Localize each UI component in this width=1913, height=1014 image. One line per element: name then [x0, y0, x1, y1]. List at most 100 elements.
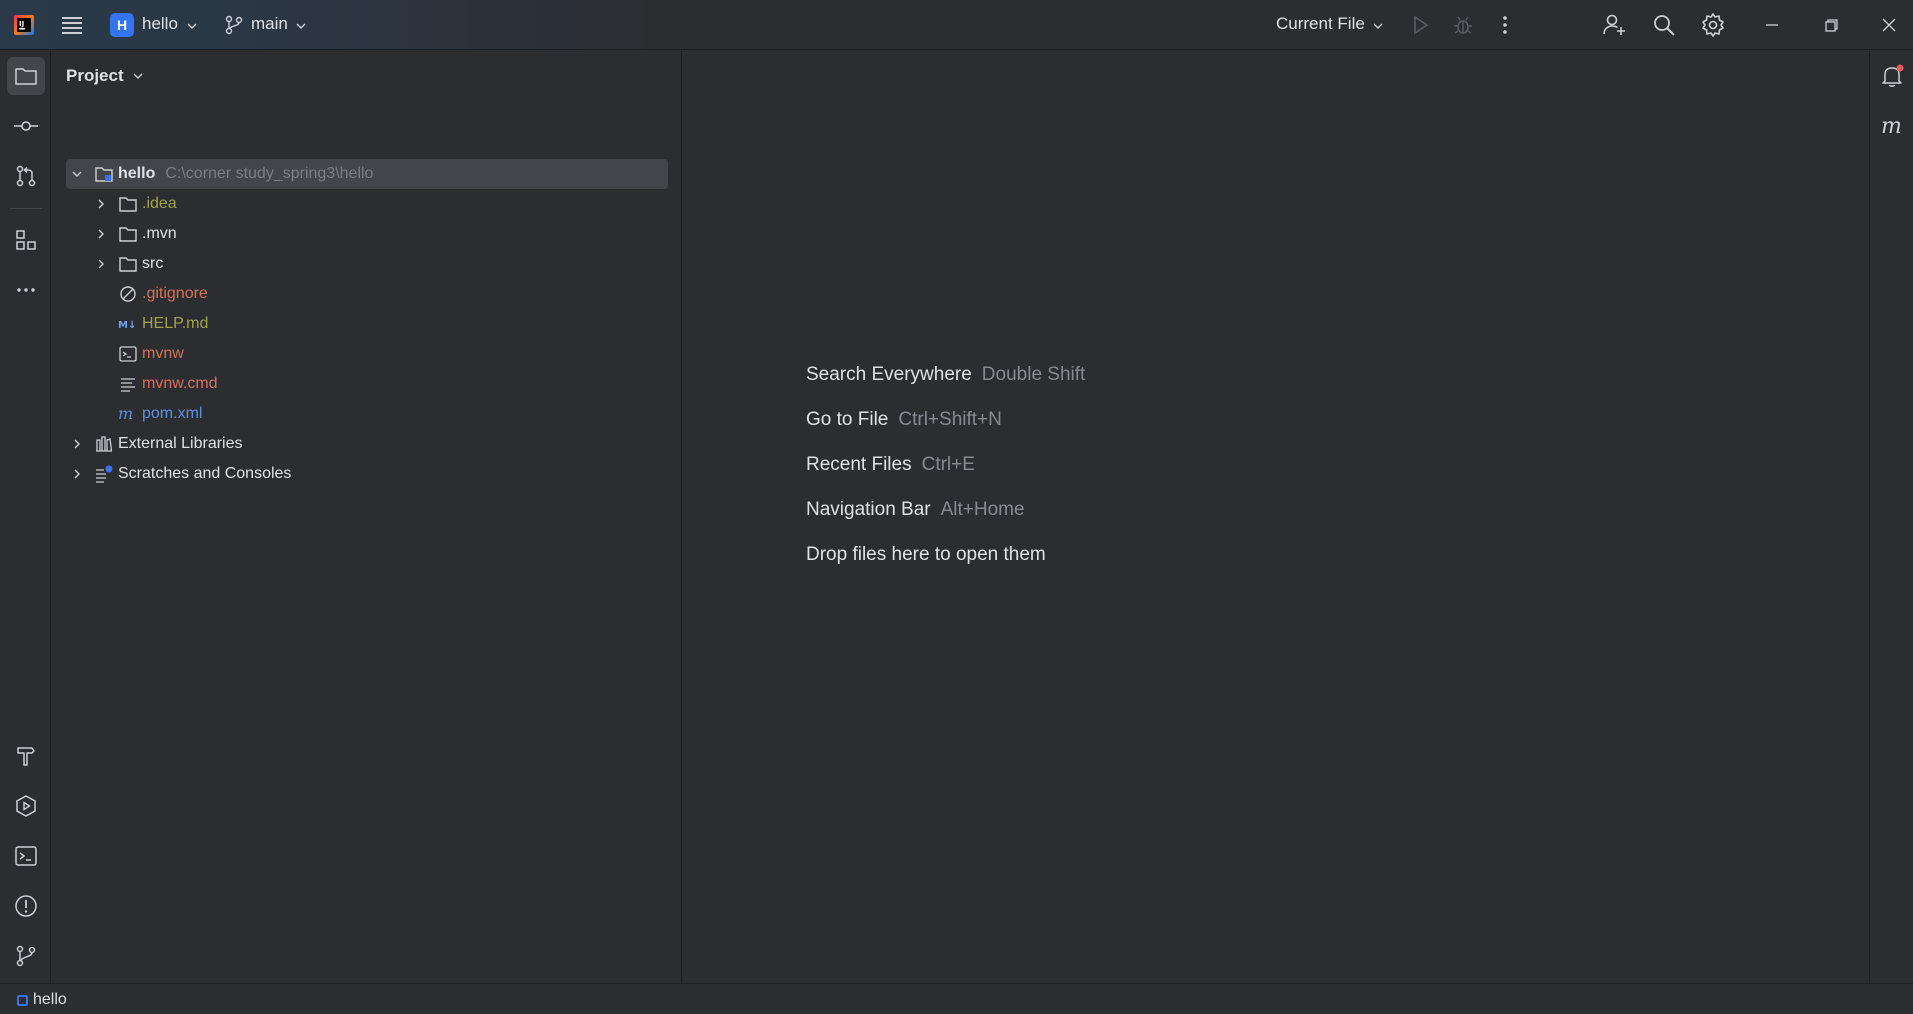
structure-icon: [16, 230, 36, 250]
panel-title: Project: [66, 66, 124, 85]
intellij-logo-icon[interactable]: IJ: [14, 15, 34, 35]
folder-icon: [15, 68, 37, 85]
tree-row-mvn[interactable]: .mvn: [94, 219, 177, 249]
more-horizontal-icon: [17, 288, 35, 292]
hint-go-to-file: Go to File Ctrl+Shift+N: [806, 409, 1002, 430]
chevron-right-icon[interactable]: [94, 257, 108, 271]
module-icon: [17, 995, 28, 1006]
search-icon[interactable]: [1651, 12, 1677, 38]
svg-text:IJ: IJ: [19, 20, 24, 28]
item-label: mvnw.cmd: [142, 375, 218, 392]
hammer-icon: [17, 747, 35, 766]
tree-row-external-libraries[interactable]: External Libraries: [70, 429, 243, 459]
chevron-down-icon[interactable]: [70, 167, 84, 181]
hint-navigation-bar: Navigation Bar Alt+Home: [806, 499, 1025, 520]
chevron-right-icon[interactable]: [70, 467, 84, 481]
chevron-down-icon[interactable]: [186, 20, 198, 32]
tree-row-idea[interactable]: .idea: [94, 189, 177, 219]
more-actions-icon[interactable]: [1492, 12, 1518, 38]
settings-gear-icon[interactable]: [1700, 12, 1726, 38]
folder-icon: [119, 197, 137, 212]
more-tool-windows-button[interactable]: [7, 271, 45, 309]
services-tool-button[interactable]: [7, 787, 45, 825]
problems-tool-button[interactable]: [7, 887, 45, 925]
text-file-icon: [121, 378, 135, 392]
item-label: .gitignore: [142, 285, 208, 302]
debug-icon[interactable]: [1450, 12, 1476, 38]
ignore-file-icon: [120, 286, 136, 302]
branch-switcher[interactable]: main: [251, 14, 288, 34]
tree-row-src[interactable]: src: [94, 249, 163, 279]
services-icon: [16, 795, 36, 817]
svg-text:m: m: [1881, 114, 1902, 139]
git-tool-button[interactable]: [7, 937, 45, 975]
chevron-right-icon[interactable]: [94, 227, 108, 241]
problems-icon: [15, 895, 37, 917]
chevron-down-icon[interactable]: [1372, 20, 1384, 32]
run-configuration-selector[interactable]: Current File: [1276, 14, 1365, 34]
tree-row-mvnw[interactable]: mvnw: [118, 339, 184, 369]
commit-tool-button[interactable]: [7, 107, 45, 145]
project-switcher[interactable]: hello: [142, 14, 178, 34]
item-label: .idea: [142, 195, 177, 212]
left-tool-window-bar: [0, 51, 51, 983]
maven-tool-button[interactable]: m: [1873, 107, 1911, 145]
root-name: hello: [118, 165, 156, 182]
item-label: pom.xml: [142, 405, 203, 422]
maven-file-icon: m: [118, 404, 133, 423]
svg-text:M↓: M↓: [118, 320, 136, 331]
scratches-icon: [96, 465, 113, 483]
notifications-button[interactable]: [1873, 57, 1911, 95]
root-path: C:\corner study_spring3\hello: [165, 165, 374, 182]
tree-row-root[interactable]: hello C:\corner study_spring3\hello: [66, 159, 668, 189]
title-bar: IJ H hello main Current File: [0, 0, 1913, 50]
tree-row-scratches[interactable]: Scratches and Consoles: [70, 459, 291, 489]
commit-icon: [14, 121, 38, 131]
breadcrumb[interactable]: hello: [33, 991, 67, 1009]
terminal-tool-button[interactable]: [7, 837, 45, 875]
chevron-down-icon: [133, 73, 143, 79]
library-icon: [96, 436, 113, 452]
right-tool-window-bar: m: [1869, 51, 1913, 983]
tree-row-help-md[interactable]: M↓ HELP.md: [118, 309, 208, 339]
item-label: HELP.md: [142, 315, 209, 332]
item-label: External Libraries: [118, 435, 243, 452]
restore-window-icon[interactable]: [1818, 12, 1844, 38]
project-tool-window: Project hello C:\corner study_spring3\he…: [52, 51, 682, 983]
editor-empty-state[interactable]: Search Everywhere Double Shift Go to File…: [683, 51, 1868, 983]
structure-tool-button[interactable]: [7, 221, 45, 259]
svg-text:m: m: [118, 404, 133, 423]
item-label: .mvn: [142, 225, 177, 242]
chevron-right-icon[interactable]: [70, 437, 84, 451]
code-with-me-icon[interactable]: [1601, 12, 1627, 38]
git-branch-icon: [16, 945, 36, 967]
terminal-icon: [15, 846, 37, 866]
maven-icon: m: [1881, 114, 1902, 139]
pull-requests-tool-button[interactable]: [7, 157, 45, 195]
minimize-window-icon[interactable]: [1759, 12, 1785, 38]
run-icon[interactable]: [1407, 12, 1433, 38]
hint-drop-files: Drop files here to open them: [806, 544, 1046, 565]
project-badge[interactable]: H: [110, 13, 134, 37]
shell-script-icon: [119, 346, 137, 362]
folder-icon: [119, 257, 137, 272]
hint-recent-files: Recent Files Ctrl+E: [806, 454, 975, 475]
item-label: src: [142, 255, 164, 272]
main-menu-icon[interactable]: [60, 13, 86, 37]
chevron-down-icon[interactable]: [295, 20, 307, 32]
build-tool-button[interactable]: [7, 737, 45, 775]
tree-row-gitignore[interactable]: .gitignore: [118, 279, 208, 309]
tree-row-pom-xml[interactable]: m pom.xml: [118, 399, 202, 429]
pull-request-icon: [16, 165, 36, 187]
project-view-selector[interactable]: Project: [66, 66, 144, 86]
tree-row-mvnw-cmd[interactable]: mvnw.cmd: [118, 369, 218, 399]
project-tool-button[interactable]: [7, 57, 45, 95]
chevron-right-icon[interactable]: [94, 197, 108, 211]
module-folder-icon: [95, 167, 113, 182]
close-window-icon[interactable]: [1876, 12, 1902, 38]
item-label: mvnw: [142, 345, 184, 362]
bell-icon: [1882, 64, 1904, 87]
status-bar: hello: [0, 983, 1913, 1014]
item-label: Scratches and Consoles: [118, 465, 292, 482]
git-branch-icon[interactable]: [224, 14, 244, 36]
